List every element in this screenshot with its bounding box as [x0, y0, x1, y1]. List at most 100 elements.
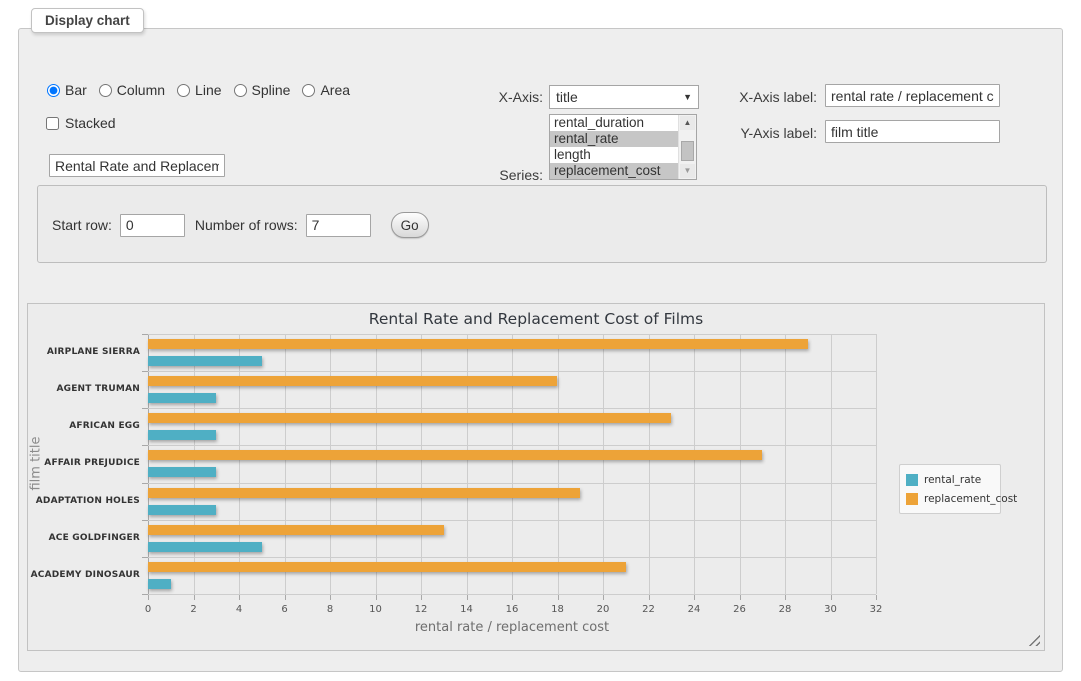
bar-rental_rate: [148, 430, 216, 440]
bar-rental_rate: [148, 393, 216, 403]
fieldset-legend: Display chart: [31, 8, 144, 33]
x-tick-label: 4: [224, 604, 254, 615]
legend-swatch-icon: [906, 493, 918, 505]
bar-rental_rate: [148, 505, 216, 515]
series-option-rental_duration[interactable]: rental_duration: [550, 115, 679, 131]
x-axis-select[interactable]: title ▼: [549, 85, 699, 109]
horizontal-gridline: [148, 445, 876, 446]
legend-item-rental_rate[interactable]: rental_rate: [906, 470, 994, 489]
x-axis-select-label: X-Axis:: [459, 89, 543, 105]
y-tick-mark: [142, 594, 148, 595]
chart-type-radio-line[interactable]: [177, 84, 190, 97]
y-tick-mark: [142, 557, 148, 558]
chart-type-line[interactable]: Line: [177, 82, 221, 98]
resize-grip-icon[interactable]: [1028, 634, 1040, 646]
x-axis-selected-value: title: [556, 89, 578, 105]
horizontal-gridline: [148, 371, 876, 372]
y-axis-line: [148, 334, 149, 594]
chart-type-radio-column[interactable]: [99, 84, 112, 97]
chart-type-radio-spline[interactable]: [234, 84, 247, 97]
horizontal-gridline: [148, 520, 876, 521]
x-tick-label: 30: [816, 604, 846, 615]
x-tick-mark: [876, 595, 877, 600]
scroll-up-icon[interactable]: ▲: [680, 116, 695, 130]
x-tick-label: 10: [361, 604, 391, 615]
stacked-checkbox[interactable]: [46, 117, 59, 130]
category-label: AFRICAN EGG: [28, 408, 140, 445]
horizontal-gridline: [148, 483, 876, 484]
vertical-gridline: [649, 334, 650, 594]
chart-title-input[interactable]: [49, 154, 225, 177]
y-axis-label-label: Y-Axis label:: [709, 125, 817, 141]
x-tick-mark: [694, 595, 695, 600]
horizontal-gridline: [148, 408, 876, 409]
vertical-gridline: [467, 334, 468, 594]
category-label: ACADEMY DINOSAUR: [28, 557, 140, 594]
num-rows-input[interactable]: [306, 214, 371, 237]
vertical-gridline: [694, 334, 695, 594]
x-tick-mark: [603, 595, 604, 600]
y-axis-label-input[interactable]: [825, 120, 1000, 143]
chart-type-spline[interactable]: Spline: [234, 82, 291, 98]
chevron-down-icon: ▼: [683, 92, 692, 102]
legend-label: rental_rate: [924, 474, 981, 486]
x-tick-mark: [376, 595, 377, 600]
x-axis-label-input[interactable]: [825, 84, 1000, 107]
bar-rental_rate: [148, 579, 171, 589]
bar-rental_rate: [148, 542, 262, 552]
display-chart-fieldset: Display chart BarColumnLineSplineArea St…: [18, 28, 1063, 672]
bar-rental_rate: [148, 467, 216, 477]
horizontal-gridline: [148, 334, 876, 335]
x-tick-mark: [785, 595, 786, 600]
chart-x-axis-title: rental rate / replacement cost: [148, 620, 876, 635]
bar-replacement_cost: [148, 488, 580, 498]
bar-replacement_cost: [148, 525, 444, 535]
chart-title: Rental Rate and Replacement Cost of Film…: [28, 310, 1044, 328]
chart-type-radio-bar[interactable]: [47, 84, 60, 97]
go-button[interactable]: Go: [391, 212, 429, 238]
vertical-gridline: [558, 334, 559, 594]
category-label: AFFAIR PREJUDICE: [28, 445, 140, 482]
legend-item-replacement_cost[interactable]: replacement_cost: [906, 489, 994, 508]
vertical-gridline: [876, 334, 877, 594]
category-label: AIRPLANE SIERRA: [28, 334, 140, 371]
x-tick-mark: [148, 595, 149, 600]
x-tick-mark: [649, 595, 650, 600]
series-scrollbar[interactable]: ▲ ▼: [678, 115, 696, 179]
series-option-replacement_cost[interactable]: replacement_cost: [550, 163, 679, 179]
x-tick-label: 26: [725, 604, 755, 615]
x-tick-label: 20: [588, 604, 618, 615]
chart-plot-area: [148, 334, 876, 594]
vertical-gridline: [330, 334, 331, 594]
x-tick-mark: [740, 595, 741, 600]
vertical-gridline: [285, 334, 286, 594]
chart-type-radio-label: Bar: [65, 82, 87, 98]
start-row-input[interactable]: [120, 214, 185, 237]
x-tick-mark: [421, 595, 422, 600]
series-option-length[interactable]: length: [550, 147, 679, 163]
scroll-down-icon[interactable]: ▼: [680, 164, 695, 178]
stacked-option[interactable]: Stacked: [46, 115, 116, 131]
chart-type-radio-area[interactable]: [302, 84, 315, 97]
x-tick-mark: [239, 595, 240, 600]
scrollbar-thumb[interactable]: [681, 141, 694, 161]
category-label: ADAPTATION HOLES: [28, 483, 140, 520]
y-tick-mark: [142, 408, 148, 409]
y-tick-mark: [142, 334, 148, 335]
series-option-rental_rate[interactable]: rental_rate: [550, 131, 679, 147]
category-label: AGENT TRUMAN: [28, 371, 140, 408]
chart-type-bar[interactable]: Bar: [47, 82, 87, 98]
chart-legend: rental_rate replacement_cost: [899, 464, 1001, 514]
vertical-gridline: [785, 334, 786, 594]
bar-replacement_cost: [148, 339, 808, 349]
series-multiselect[interactable]: rental_durationrental_ratelengthreplacem…: [549, 114, 697, 180]
bar-replacement_cost: [148, 562, 626, 572]
chart-type-area[interactable]: Area: [302, 82, 350, 98]
chart-type-column[interactable]: Column: [99, 82, 165, 98]
series-options: rental_durationrental_ratelengthreplacem…: [550, 115, 679, 179]
x-tick-label: 2: [179, 604, 209, 615]
start-row-label: Start row:: [52, 217, 112, 233]
x-tick-label: 6: [270, 604, 300, 615]
x-tick-mark: [285, 595, 286, 600]
x-tick-label: 22: [634, 604, 664, 615]
